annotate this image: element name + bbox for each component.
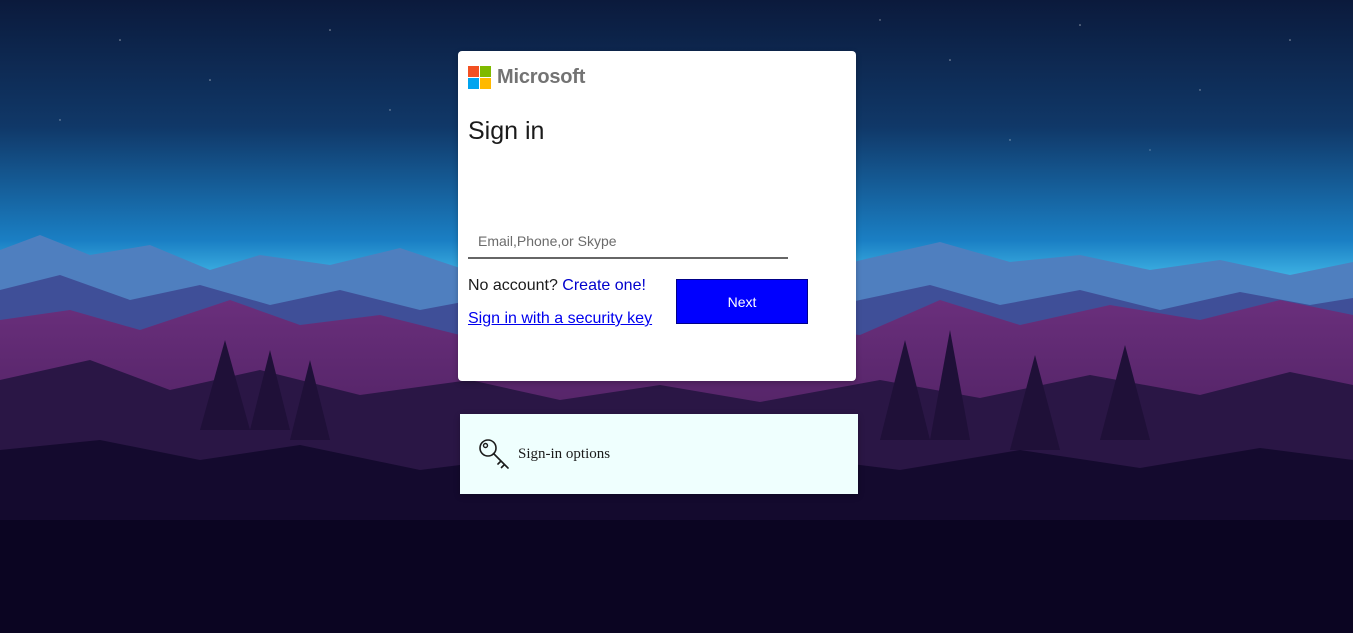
sign-in-card: Microsoft Sign in No account? Create one… [458, 51, 856, 381]
brand-name: Microsoft [497, 66, 586, 88]
no-account-text: No account? [468, 277, 558, 294]
create-account-link[interactable]: Create one! [562, 277, 646, 294]
page-title: Sign in [468, 117, 545, 145]
microsoft-logo-icon [468, 66, 491, 89]
no-account-row: No account? Create one! [468, 277, 646, 295]
sign-in-options-button[interactable]: Sign-in options [460, 414, 858, 494]
sign-in-options-label: Sign-in options [518, 445, 611, 462]
email-input[interactable] [468, 225, 788, 259]
microsoft-logo: Microsoft [468, 66, 585, 89]
security-key-link[interactable]: Sign in with a security key [468, 310, 652, 328]
next-button[interactable]: Next [676, 279, 808, 324]
key-icon [479, 439, 509, 469]
